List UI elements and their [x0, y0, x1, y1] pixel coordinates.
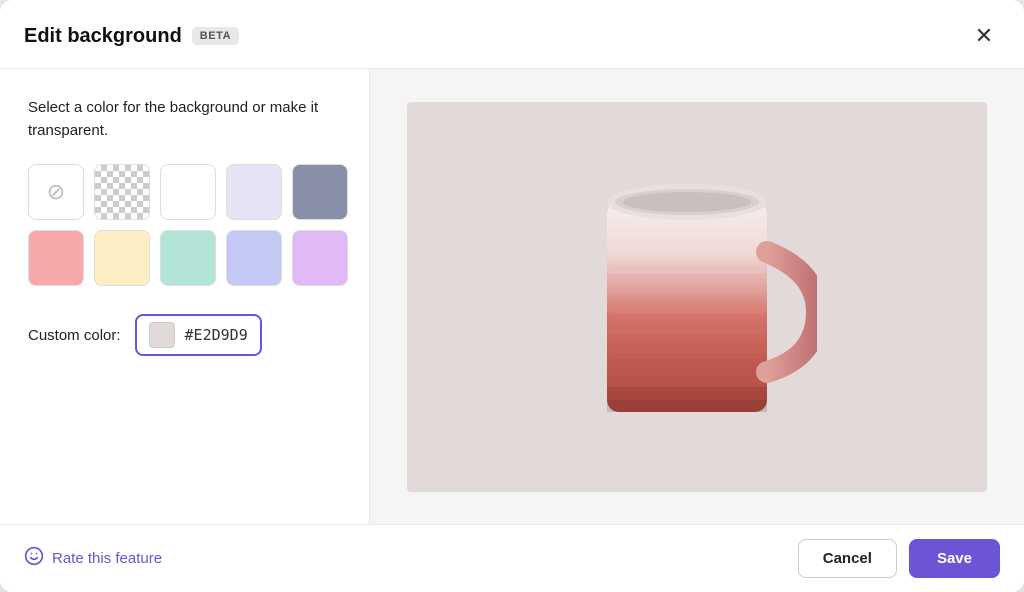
beta-badge: BETA	[192, 27, 239, 45]
rate-icon	[24, 546, 44, 571]
swatch-pink[interactable]	[28, 230, 84, 286]
swatch-lavender[interactable]	[226, 164, 282, 220]
save-button[interactable]: Save	[909, 539, 1000, 578]
right-panel	[370, 69, 1024, 524]
modal-body: Select a color for the background or mak…	[0, 69, 1024, 524]
footer-actions: Cancel Save	[798, 539, 1000, 578]
close-button[interactable]: ✕	[968, 20, 1000, 52]
swatch-none[interactable]: ⊘	[28, 164, 84, 220]
swatch-lilac[interactable]	[292, 230, 348, 286]
panel-description: Select a color for the background or mak…	[28, 97, 341, 142]
swatch-transparent[interactable]	[94, 164, 150, 220]
preview-image-container	[407, 102, 987, 492]
swatch-white[interactable]	[160, 164, 216, 220]
modal-header: Edit background BETA ✕	[0, 0, 1024, 69]
swatch-gray[interactable]	[292, 164, 348, 220]
edit-background-modal: Edit background BETA ✕ Select a color fo…	[0, 0, 1024, 592]
custom-color-label: Custom color:	[28, 327, 121, 344]
swatch-yellow[interactable]	[94, 230, 150, 286]
cancel-button[interactable]: Cancel	[798, 539, 897, 578]
color-grid: ⊘	[28, 164, 341, 286]
rate-feature-button[interactable]: Rate this feature	[24, 546, 162, 571]
rate-feature-label: Rate this feature	[52, 550, 162, 567]
no-background-icon: ⊘	[47, 179, 65, 205]
close-icon: ✕	[975, 23, 993, 49]
custom-color-input[interactable]: #E2D9D9	[135, 314, 262, 356]
custom-color-hex-value: #E2D9D9	[185, 326, 248, 344]
modal-title: Edit background	[24, 25, 182, 48]
swatch-periwinkle[interactable]	[226, 230, 282, 286]
swatch-mint[interactable]	[160, 230, 216, 286]
custom-color-row: Custom color: #E2D9D9	[28, 314, 341, 356]
modal-footer: Rate this feature Cancel Save	[0, 524, 1024, 592]
left-panel: Select a color for the background or mak…	[0, 69, 370, 524]
custom-color-preview-swatch	[149, 322, 175, 348]
mug-preview	[577, 142, 817, 452]
